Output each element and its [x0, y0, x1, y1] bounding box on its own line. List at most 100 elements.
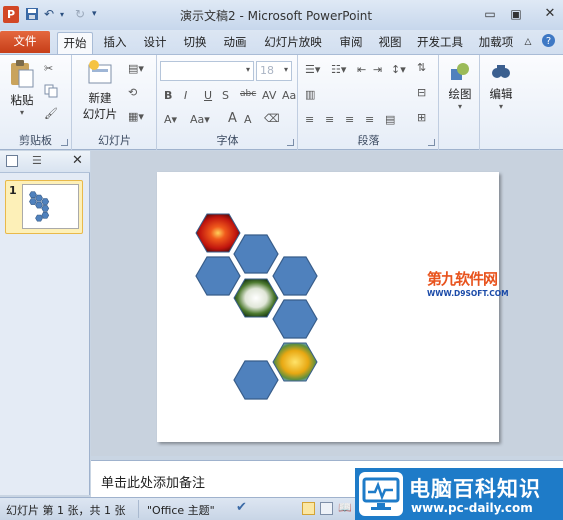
group-editing: 编辑 ▾: [481, 55, 521, 150]
hexagon[interactable]: [272, 256, 318, 296]
font-size-combo[interactable]: 18 ▾: [256, 61, 292, 81]
align-text-icon[interactable]: ⊟: [417, 86, 426, 99]
clear-formatting-icon[interactable]: ⌫: [264, 112, 280, 125]
tab-transitions[interactable]: 切换: [179, 32, 211, 54]
group-label-font: 字体: [216, 134, 239, 147]
font-launcher-icon[interactable]: [287, 139, 294, 146]
bold-icon[interactable]: B: [164, 89, 172, 102]
italic-icon[interactable]: I: [184, 89, 187, 102]
character-spacing-icon[interactable]: AV: [262, 89, 276, 102]
text-effects-icon[interactable]: Aa▾: [190, 113, 210, 126]
tab-review[interactable]: 审阅: [335, 32, 367, 54]
align-right-icon[interactable]: ≡: [345, 113, 354, 126]
spell-check-icon[interactable]: ✔: [236, 500, 247, 515]
paste-dropdown-icon[interactable]: ▾: [6, 108, 38, 117]
smartart-icon[interactable]: ⊞: [417, 111, 426, 124]
reset-icon[interactable]: ⟲: [128, 86, 137, 99]
corner-watermark: 电脑百科知识 www.pc-daily.com: [355, 468, 563, 520]
slides-outline-pane: ☰ ✕ 1: [0, 151, 90, 495]
ribbon-collapse-icon[interactable]: △: [522, 32, 534, 54]
thumbnail-preview: [22, 184, 79, 229]
restore-button[interactable]: ▣: [505, 5, 527, 23]
tab-developer[interactable]: 开发工具: [414, 32, 466, 54]
format-painter-icon[interactable]: 🖌: [44, 107, 58, 120]
align-center-icon[interactable]: ≡: [325, 113, 334, 126]
pane-tabs: ☰ ✕: [0, 151, 90, 173]
help-icon[interactable]: ?: [540, 33, 556, 55]
paste-button[interactable]: 粘贴 ▾: [6, 59, 38, 117]
reading-view-icon[interactable]: 📖: [338, 501, 352, 514]
editing-dropdown-icon[interactable]: ▾: [483, 102, 519, 111]
hexagon-white-flower[interactable]: [233, 278, 279, 318]
ribbon-home: 粘贴 ▾ ✂ 🖌 剪贴板 新建 幻灯片 ▤▾ ⟲ ▦▾ 幻灯片 ▾ 18 ▾ B…: [0, 54, 563, 150]
slides-tab-icon[interactable]: [6, 155, 18, 167]
undo-icon[interactable]: ↶: [44, 7, 54, 21]
clipboard-launcher-icon[interactable]: [61, 139, 68, 146]
editing-button[interactable]: 编辑 ▾: [483, 61, 519, 111]
powerpoint-app-icon[interactable]: P: [3, 6, 19, 23]
redo-icon[interactable]: ↻: [75, 7, 85, 21]
slide-watermark-logo: 第九软件网 WWW.D9SOFT.COM: [427, 268, 509, 302]
tab-addins[interactable]: 加载项: [475, 32, 517, 54]
section-icon[interactable]: ▦▾: [128, 110, 144, 123]
font-name-dropdown-icon[interactable]: ▾: [246, 65, 250, 74]
tab-file[interactable]: 文件: [0, 31, 50, 53]
align-left-icon[interactable]: ≡: [305, 113, 314, 126]
tab-slideshow[interactable]: 幻灯片放映: [261, 32, 325, 54]
columns-icon[interactable]: ▥: [305, 88, 315, 101]
text-direction-icon[interactable]: ⇅: [417, 61, 426, 74]
cut-icon[interactable]: ✂: [44, 62, 53, 75]
hexagon-red-flower[interactable]: [195, 213, 241, 253]
distributed-icon[interactable]: ▤: [385, 113, 395, 126]
group-slides: 新建 幻灯片 ▤▾ ⟲ ▦▾ 幻灯片: [73, 55, 157, 150]
decrease-indent-icon[interactable]: ⇤: [357, 63, 366, 76]
justify-icon[interactable]: ≡: [365, 113, 374, 126]
hexagon[interactable]: [195, 256, 241, 296]
slide-thumbnail[interactable]: 1: [5, 180, 83, 234]
tab-view[interactable]: 视图: [374, 32, 406, 54]
close-pane-icon[interactable]: ✕: [72, 153, 83, 168]
tab-animations[interactable]: 动画: [219, 32, 251, 54]
drawing-button[interactable]: 绘图 ▾: [442, 61, 478, 111]
new-slide-button[interactable]: 新建 幻灯片: [77, 59, 123, 122]
font-name-combo[interactable]: ▾: [160, 61, 254, 81]
slide-count-status: 幻灯片 第 1 张，共 1 张: [6, 504, 126, 517]
thumbnail-hexagons: [29, 191, 50, 222]
save-icon[interactable]: [25, 7, 39, 24]
outline-tab-icon[interactable]: ☰: [32, 154, 42, 167]
close-button[interactable]: ✕: [539, 5, 561, 23]
find-icon: [492, 65, 510, 78]
shadow-icon[interactable]: S: [222, 89, 229, 102]
bullets-icon[interactable]: ☰▾: [305, 63, 320, 76]
normal-view-icon[interactable]: [302, 502, 315, 515]
hexagon[interactable]: [272, 299, 318, 339]
hexagon[interactable]: [233, 234, 279, 274]
shrink-font-icon[interactable]: A: [244, 113, 252, 126]
group-label-slides: 幻灯片: [98, 134, 131, 147]
layout-icon[interactable]: ▤▾: [128, 62, 144, 75]
slide-hexagon-group[interactable]: [157, 172, 499, 442]
paragraph-launcher-icon[interactable]: [428, 139, 435, 146]
slide-sorter-icon[interactable]: [320, 502, 333, 515]
customize-quick-access-icon[interactable]: ▾: [92, 9, 97, 19]
numbering-icon[interactable]: ☷▾: [331, 63, 346, 76]
line-spacing-icon[interactable]: ↕▾: [391, 63, 406, 76]
underline-icon[interactable]: U: [204, 89, 212, 102]
change-case-icon[interactable]: Aa: [282, 89, 296, 102]
tab-home[interactable]: 开始: [57, 32, 93, 54]
undo-dropdown-icon[interactable]: ▾: [60, 10, 64, 19]
font-size-dropdown-icon[interactable]: ▾: [284, 65, 288, 74]
strikethrough-icon[interactable]: abc: [240, 89, 256, 99]
tab-design[interactable]: 设计: [139, 32, 171, 54]
grow-font-icon[interactable]: A: [228, 111, 237, 126]
group-font: ▾ 18 ▾ B I U S abc AV Aa A▾ Aa▾ A A ⌫ 字体: [158, 55, 298, 150]
tab-insert[interactable]: 插入: [99, 32, 131, 54]
minimize-button[interactable]: ▭: [479, 5, 501, 23]
slide-canvas[interactable]: 第九软件网 WWW.D9SOFT.COM: [157, 172, 509, 442]
hexagon-yellow-flower[interactable]: [272, 342, 318, 382]
drawing-dropdown-icon[interactable]: ▾: [442, 102, 478, 111]
increase-indent-icon[interactable]: ⇥: [373, 63, 382, 76]
copy-icon[interactable]: [44, 84, 58, 101]
font-color-icon[interactable]: A▾: [164, 113, 177, 126]
hexagon[interactable]: [233, 360, 279, 400]
